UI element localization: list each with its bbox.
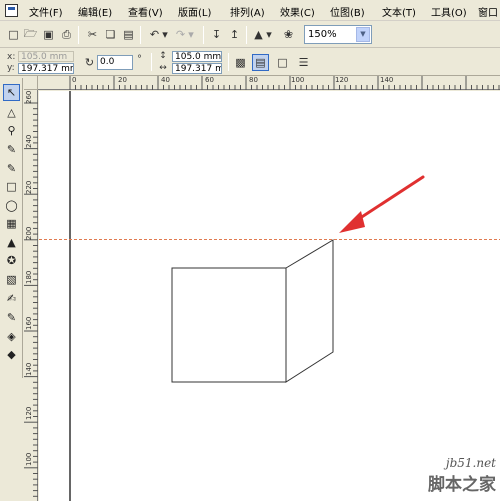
save-icon[interactable]: ▣ — [40, 26, 57, 43]
ruler-label: 140 — [380, 76, 394, 84]
redo-dropdown-icon[interactable]: ▾ — [187, 26, 195, 43]
interactive-fill-icon[interactable]: ◆ — [3, 346, 20, 363]
x-label: x: — [7, 52, 16, 62]
cube-front-face[interactable] — [171, 267, 287, 383]
fill-tool-icon[interactable]: ◈ — [3, 328, 20, 345]
zoom-levels-select[interactable]: 150% ▼ — [304, 25, 372, 44]
drawing-canvas[interactable]: jb51.net 脚本之家 — [39, 91, 500, 501]
shape-tool-icon[interactable]: △ — [3, 104, 20, 121]
horizontal-ruler[interactable]: 0 20 40 60 80 100 120 140 — [38, 76, 500, 90]
interactive-blend-icon[interactable]: ▧ — [3, 271, 20, 288]
menu-arrange[interactable]: 排列(A) — [230, 4, 265, 19]
undo-dropdown-icon[interactable]: ▾ — [161, 26, 169, 43]
watermark: jb51.net 脚本之家 — [428, 456, 496, 495]
ruler-label: 140 — [25, 362, 33, 376]
export-icon[interactable]: ↥ — [226, 26, 243, 43]
standard-toolbar: □ 🗁 ▣ ⎙ ✂ ❏ ▤ ↶ ▾ ↷ ▾ ↧ ↥ ▲ ▾ ❀ — [0, 22, 500, 48]
snap-icon[interactable]: ▤ — [252, 54, 269, 71]
ruler-label: 0 — [72, 76, 77, 84]
y-position-field[interactable]: 197.317 mm — [18, 63, 74, 74]
zoom-value: 150% — [308, 29, 337, 40]
vertical-ruler[interactable]: 260 240 220 200 180 160 140 120 100 — [24, 90, 38, 501]
menu-edit[interactable]: 编辑(E) — [78, 4, 112, 19]
ruler-label: 120 — [335, 76, 349, 84]
ruler-label: 100 — [25, 452, 33, 466]
pick-tool-icon[interactable]: ↖ — [3, 84, 20, 101]
corel-online-icon[interactable]: ❀ — [280, 26, 297, 43]
ruler-label: 240 — [25, 134, 33, 148]
property-bar: x: y: 105.0 mm 197.317 mm ↻ 0.0 ° ↕ ↔ 10… — [0, 49, 500, 76]
import-icon[interactable]: ↧ — [208, 26, 225, 43]
rotation-angle-field[interactable]: 0.0 — [97, 55, 133, 70]
ruler-label: 260 — [25, 90, 33, 104]
ruler-label: 160 — [25, 316, 33, 330]
copy-icon[interactable]: ❏ — [102, 26, 119, 43]
rotation-icon: ↻ — [84, 56, 95, 69]
ruler-label: 80 — [249, 76, 258, 84]
menu-effects[interactable]: 效果(C) — [280, 4, 315, 19]
ruler-label: 120 — [25, 406, 33, 420]
red-arrow — [339, 175, 425, 233]
cut-icon[interactable]: ✂ — [84, 26, 101, 43]
watermark-text: 脚本之家 — [428, 475, 496, 495]
position-field-1[interactable]: 105.0 mm — [172, 51, 222, 62]
position-icon-2: ↔ — [159, 63, 167, 73]
degree-unit: ° — [137, 54, 142, 65]
ruler-label: 60 — [205, 76, 214, 84]
ruler-label: 20 — [118, 76, 127, 84]
paste-icon[interactable]: ▤ — [120, 26, 137, 43]
menu-layout[interactable]: 版面(L) — [178, 4, 211, 19]
basic-shapes-icon[interactable]: ▲ — [3, 234, 20, 251]
text-tool-icon[interactable]: ✪ — [3, 252, 20, 269]
position-field-2[interactable]: 197.317 mr — [172, 63, 222, 74]
ruler-label: 180 — [25, 270, 33, 284]
menu-text[interactable]: 文本(T) — [382, 4, 416, 19]
cube-side-face[interactable] — [285, 239, 334, 383]
menu-bar: 文件(F) 编辑(E) 查看(V) 版面(L) 排列(A) 效果(C) 位图(B… — [0, 0, 500, 21]
chevron-down-icon[interactable]: ▼ — [356, 27, 370, 42]
rectangle-tool-icon[interactable]: □ — [3, 178, 20, 195]
y-label: y: — [7, 63, 15, 73]
ruler-origin[interactable] — [24, 76, 38, 90]
ruler-label: 200 — [25, 226, 33, 240]
zoom-tool-icon[interactable]: ⚲ — [3, 122, 20, 139]
menu-file[interactable]: 文件(F) — [29, 4, 63, 19]
toolbox: ↖ △ ⚲ ✎ ✎ □ ◯ ▦ ▲ ✪ ▧ ✍ ✎ ◈ ◆ — [0, 78, 23, 378]
freehand-tool-icon[interactable]: ✎ — [3, 141, 20, 158]
smart-fill-icon[interactable]: ✎ — [3, 160, 20, 177]
page-icon[interactable]: □ — [274, 54, 291, 71]
graph-paper-tool-icon[interactable]: ▦ — [3, 215, 20, 232]
ruler-label: 220 — [25, 180, 33, 194]
x-position-field[interactable]: 105.0 mm — [18, 51, 74, 62]
app-icon[interactable] — [5, 4, 18, 17]
position-icon: ↕ — [159, 51, 167, 61]
menu-bitmaps[interactable]: 位图(B) — [330, 4, 365, 19]
launcher-dropdown-icon[interactable]: ▾ — [265, 26, 273, 43]
menu-tools[interactable]: 工具(O) — [431, 4, 467, 19]
eyedropper-icon[interactable]: ✍ — [3, 290, 20, 307]
ruler-label: 40 — [161, 76, 170, 84]
new-document-icon[interactable]: □ — [5, 26, 22, 43]
ruler-label: 100 — [291, 76, 305, 84]
menu-view[interactable]: 查看(V) — [128, 4, 163, 19]
ellipse-tool-icon[interactable]: ◯ — [3, 197, 20, 214]
open-icon[interactable]: 🗁 — [22, 26, 39, 43]
watermark-url: jb51.net — [445, 456, 496, 470]
lock-icon[interactable]: ▩ — [232, 54, 249, 71]
outline-pen-icon[interactable]: ✎ — [3, 309, 20, 326]
menu-window[interactable]: 窗口 — [478, 4, 498, 19]
print-icon[interactable]: ⎙ — [58, 26, 75, 43]
align-icon[interactable]: ☰ — [295, 54, 312, 71]
